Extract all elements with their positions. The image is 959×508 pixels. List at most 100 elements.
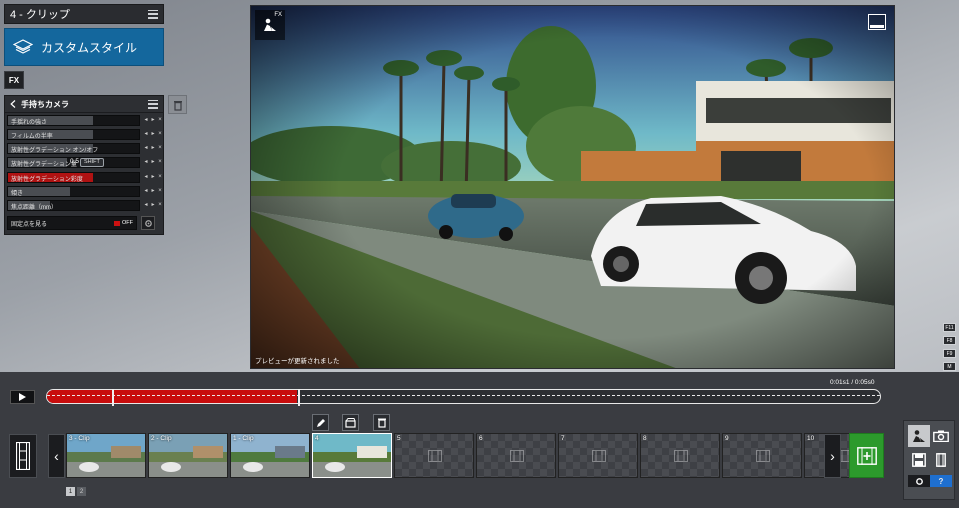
clip-thumbnail[interactable]: 4 [312, 433, 392, 478]
handheld-camera-panel: 手持ちカメラ 手揺れの強さ ◂ ▸ × フィルムの半率 ◂ ▸ × 放射性グラデーション オン/… [4, 95, 164, 235]
fkey-f8[interactable]: F8 [943, 336, 956, 345]
clip-label: 9 [725, 435, 729, 442]
clip-label: 2 - Clip [151, 435, 172, 442]
increase-icon[interactable]: ▸ [150, 188, 156, 195]
save-icon[interactable] [908, 449, 930, 471]
param-label: 放射性グラデーション彩度 [11, 176, 83, 183]
clip-thumbnail[interactable]: 8 [640, 433, 720, 478]
play-button[interactable] [10, 390, 35, 404]
reset-icon[interactable]: × [157, 117, 163, 124]
trash-icon[interactable] [168, 95, 187, 114]
param-slider[interactable]: 傾き [7, 185, 140, 197]
help-icon[interactable]: ? [930, 475, 952, 487]
decrease-icon[interactable]: ◂ [143, 131, 149, 138]
param-controls: ◂ ▸ × [143, 131, 163, 138]
clip-prev-button[interactable]: ‹ [48, 434, 65, 478]
reset-icon[interactable]: × [157, 174, 163, 181]
clip-label: 8 [643, 435, 647, 442]
layers-icon [13, 39, 33, 54]
person-icon [264, 18, 276, 31]
look-at-toggle[interactable]: 固定点を見る OFF [7, 216, 137, 231]
clip-title: 4 - クリップ [10, 9, 70, 21]
mode-panel: ? [903, 420, 955, 500]
param-slider[interactable]: 放射性グラデーション オン/オフ [7, 143, 140, 155]
film-icon[interactable] [9, 434, 37, 478]
worker-icon[interactable] [908, 425, 930, 447]
clip-thumbnail[interactable]: 7 [558, 433, 638, 478]
clip-thumbnail[interactable]: 5 [394, 433, 474, 478]
clip-thumbnail[interactable]: 9 [722, 433, 802, 478]
reset-icon[interactable]: × [157, 188, 163, 195]
clip-image [313, 434, 391, 477]
off-badge: OFF [114, 220, 133, 226]
chevron-left-icon[interactable] [10, 100, 16, 108]
custom-style-label: カスタムスタイル [41, 40, 138, 55]
hamburger-icon[interactable] [148, 99, 158, 109]
param-slider[interactable]: 放射性グラデーション量 0.5 SHIFT [7, 157, 140, 169]
preview-status: プレビューが更新されました [255, 358, 340, 365]
param-row: 手揺れの強さ ◂ ▸ × [5, 114, 163, 128]
reset-icon[interactable]: × [157, 131, 163, 138]
param-slider[interactable]: 放射性グラデーション彩度 [7, 171, 140, 183]
time-readout: 0:01s1 / 0:05s0 [830, 379, 875, 386]
reset-icon[interactable]: × [157, 145, 163, 152]
gear-icon[interactable] [908, 475, 930, 487]
add-clip-button[interactable] [849, 433, 884, 478]
movie-icon[interactable] [930, 449, 952, 471]
timeline-playhead[interactable] [298, 389, 300, 406]
increase-icon[interactable]: ▸ [150, 159, 156, 166]
decrease-icon[interactable]: ◂ [143, 202, 149, 209]
clip-thumbnail[interactable]: 3 - Clip [66, 433, 146, 478]
fullscreen-button[interactable] [868, 14, 886, 30]
decrease-icon[interactable]: ◂ [143, 117, 149, 124]
decrease-icon[interactable]: ◂ [143, 174, 149, 181]
timeline-dash [47, 395, 880, 396]
increase-icon[interactable]: ▸ [150, 117, 156, 124]
decrease-icon[interactable]: ◂ [143, 159, 149, 166]
gear-icon[interactable] [141, 216, 155, 231]
clip-thumbnail[interactable]: 2 - Clip [148, 433, 228, 478]
fkey-f11[interactable]: F11 [943, 323, 956, 332]
param-value: 0.5 [70, 158, 80, 166]
video-preview[interactable]: FX プレビューが更新されました [250, 5, 895, 369]
param-slider[interactable]: 焦点距離（mm） [7, 200, 140, 212]
pencil-icon[interactable] [312, 414, 329, 431]
increase-icon[interactable]: ▸ [150, 145, 156, 152]
hamburger-icon[interactable] [148, 9, 158, 19]
clip-thumbnail[interactable]: 6 [476, 433, 556, 478]
increase-icon[interactable]: ▸ [150, 131, 156, 138]
custom-style-button[interactable]: カスタムスタイル [4, 28, 164, 66]
page-1[interactable]: 1 [66, 487, 75, 496]
reset-icon[interactable]: × [157, 202, 163, 209]
clapper-icon[interactable] [342, 414, 359, 431]
timeline-marker-start[interactable] [112, 389, 114, 406]
param-label: 放射性グラデーション オン/オフ [11, 148, 99, 155]
timeline-scrubber[interactable] [46, 389, 881, 404]
trash-icon[interactable] [373, 414, 390, 431]
param-controls: ◂ ▸ × [143, 202, 163, 209]
decrease-icon[interactable]: ◂ [143, 188, 149, 195]
fkey-f9[interactable]: F9 [943, 349, 956, 358]
clip-label: 10 [807, 435, 815, 442]
param-label: フィルムの半率 [11, 134, 53, 141]
film-placeholder-icon [428, 450, 442, 462]
fx-badge[interactable]: FX [255, 10, 285, 40]
increase-icon[interactable]: ▸ [150, 202, 156, 209]
clip-label: 6 [479, 435, 483, 442]
page-2[interactable]: 2 [77, 487, 86, 496]
param-slider[interactable]: 手揺れの強さ [7, 114, 140, 126]
fx-button[interactable]: FX [4, 71, 24, 89]
increase-icon[interactable]: ▸ [150, 174, 156, 181]
param-label: 傾き [11, 190, 24, 197]
reset-icon[interactable]: × [157, 159, 163, 166]
clip-thumbnail[interactable]: 1 - Clip [230, 433, 310, 478]
camera-panel-title: 手持ちカメラ [21, 99, 69, 109]
param-slider[interactable]: フィルムの半率 [7, 129, 140, 141]
param-row: 放射性グラデーション量 0.5 SHIFT ◂ ▸ × [5, 156, 163, 170]
shift-button[interactable]: SHIFT [80, 158, 104, 168]
camera-icon[interactable] [930, 425, 952, 447]
clip-label: 1 - Clip [233, 435, 254, 442]
fkey-m[interactable]: M [943, 362, 956, 371]
clip-next-button[interactable]: › [824, 434, 841, 478]
decrease-icon[interactable]: ◂ [143, 145, 149, 152]
